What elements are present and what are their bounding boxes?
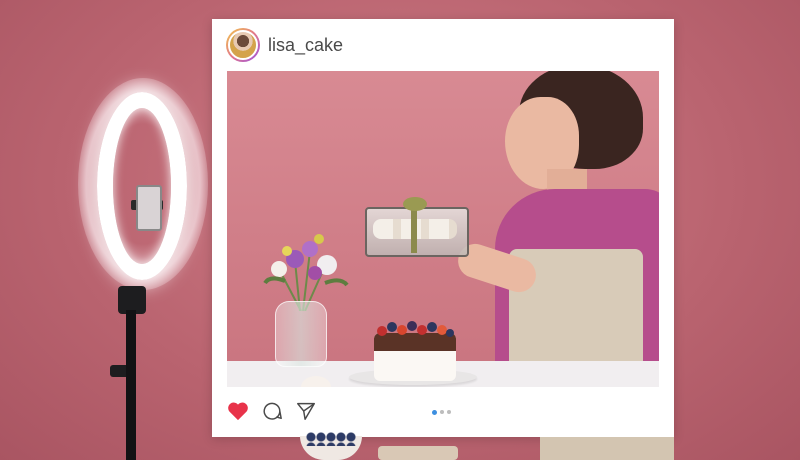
box-ribbon	[411, 207, 417, 253]
avatar[interactable]	[226, 28, 260, 62]
carousel-dot	[447, 410, 451, 414]
berry-topping	[377, 321, 454, 337]
smartphone	[136, 185, 162, 231]
glass-vase	[275, 301, 327, 367]
tripod-pole	[126, 310, 136, 460]
post-photo	[227, 71, 659, 387]
wooden-tray	[378, 446, 458, 460]
blueberries	[306, 432, 356, 446]
post-header: lisa_cake	[212, 19, 674, 73]
carousel-dot-active	[432, 409, 437, 415]
username[interactable]: lisa_cake	[268, 35, 343, 56]
flower-bouquet	[263, 234, 349, 311]
like-button[interactable]	[226, 399, 250, 423]
send-icon	[297, 402, 315, 420]
comment-button[interactable]	[260, 399, 284, 423]
share-button[interactable]	[294, 399, 318, 423]
box-bow	[403, 197, 427, 211]
comment-icon	[263, 402, 282, 420]
instagram-post-frame: lisa_cake	[212, 19, 674, 437]
apron-bottom	[540, 437, 674, 460]
avatar-image	[228, 30, 258, 60]
carousel-dot	[440, 410, 444, 414]
heart-icon	[228, 402, 248, 421]
post-actions	[212, 391, 674, 431]
carousel-indicator	[432, 409, 451, 415]
